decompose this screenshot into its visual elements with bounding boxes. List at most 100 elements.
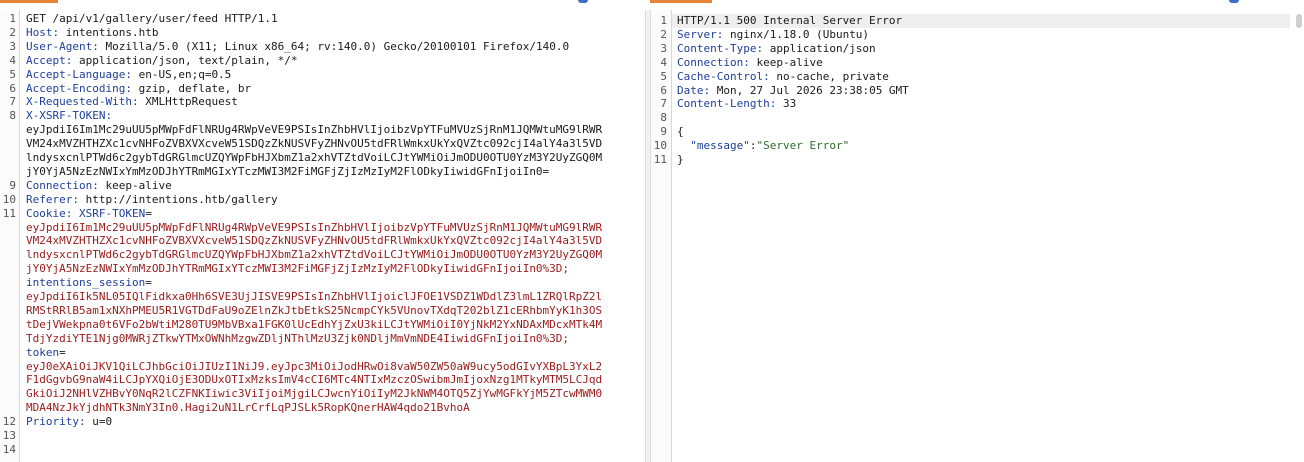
line-number: 5 bbox=[660, 69, 667, 83]
code-line[interactable]: HTTP/1.1 500 Internal Server Error bbox=[677, 14, 902, 28]
code-line[interactable]: Connection: keep-alive bbox=[677, 56, 823, 70]
line-number bbox=[0, 387, 16, 401]
code-line[interactable]: token= bbox=[26, 346, 66, 360]
code-line[interactable]: Accept: application/json, text/plain, */… bbox=[26, 54, 298, 68]
code-line[interactable]: VM24xMVZHTHZXc1cvNHFoZVBXVXcveW51SDQzZkN… bbox=[26, 234, 602, 248]
code-line[interactable]: } bbox=[677, 153, 684, 167]
code-line[interactable]: Content-Type: application/json bbox=[677, 42, 876, 56]
header-value: = bbox=[59, 345, 66, 359]
header-name: Date: bbox=[677, 83, 711, 97]
line-number: 9 bbox=[660, 125, 667, 139]
code-line[interactable]: VM24xMVZHTHZXc1cvNHFoZVBXVXcveW51SDQzZkN… bbox=[26, 137, 602, 151]
code-line[interactable]: Host: intentions.htb bbox=[26, 26, 158, 40]
code-line[interactable]: Date: Mon, 27 Jul 2026 23:38:05 GMT bbox=[677, 84, 909, 98]
code-line[interactable]: eyJpdiI6Ik5NL05IQlFidkxa0Hh6SVE3UjJISVE9… bbox=[26, 290, 602, 304]
line-number: 10 bbox=[2, 192, 16, 206]
cookie-value: lndysxcnlPTWd6c2gybTdGRGlmcUZQYWpFbHJXbm… bbox=[26, 248, 603, 262]
code-line[interactable]: MDA4NzJkYjdhNTk3NmY3In0.Hagi2uN1LrCrfLqP… bbox=[26, 401, 470, 415]
code-line[interactable]: eyJpdiI6Im1Mc29uUU5pMWpFdFlNRUg4RWpVeVE9… bbox=[26, 221, 602, 235]
code-line[interactable]: eyJpdiI6Im1Mc29uUU5pMWpFdFlNRUg4RWpVeVE9… bbox=[26, 123, 602, 137]
header-value: = bbox=[145, 276, 152, 290]
header-name: Server: bbox=[677, 27, 724, 41]
line-number: 8 bbox=[660, 111, 667, 125]
cookie-value: VM24xMVZHTHZXc1cvNHFoZVBXVXcveW51SDQzZkN… bbox=[26, 234, 603, 248]
line-number bbox=[0, 276, 16, 290]
header-value: } bbox=[677, 153, 684, 166]
line-number bbox=[0, 123, 16, 137]
line-number bbox=[0, 332, 16, 346]
line-number: 4 bbox=[9, 53, 16, 67]
request-pane-marker bbox=[578, 0, 588, 3]
line-number: 11 bbox=[653, 153, 667, 166]
code-line[interactable]: tDejVWekpna0t6VFo2bWtiM280TU9MbVBxa1FGK0… bbox=[26, 318, 602, 332]
header-value: http://intentions.htb/gallery bbox=[78, 192, 278, 206]
header-name: "message" bbox=[690, 139, 750, 153]
line-number: 12 bbox=[2, 415, 16, 429]
cookie-value: RMStRRlB5am1xNXhPMEU5R1VGTDdFaU9oZElnZkJ… bbox=[26, 303, 603, 317]
response-scroll-indicator[interactable] bbox=[1296, 14, 1302, 28]
header-value: jY0YjA5NzEzNWIxYmMzODJhYTRmMGIxYTczMWI3M… bbox=[26, 164, 550, 178]
response-tab-indicator[interactable] bbox=[650, 0, 712, 3]
code-line[interactable]: jY0YjA5NzEzNWIxYmMzODJhYTRmMGIxYTczMWI3M… bbox=[26, 262, 569, 276]
response-editor[interactable]: 1 HTTP/1.1 500 Internal Server Error 2 Serv… bbox=[651, 10, 1304, 462]
header-name: Accept-Language: bbox=[26, 67, 132, 81]
header-name: Accept: bbox=[26, 53, 73, 67]
line-number: 8 bbox=[9, 109, 16, 123]
cookie-value: MDA4NzJkYjdhNTk3NmY3In0.Hagi2uN1LrCrfLqP… bbox=[26, 401, 470, 415]
header-name: XSRF-TOKEN bbox=[78, 206, 146, 220]
line-number bbox=[0, 360, 16, 374]
code-line[interactable]: eyJ0eXAiOiJKV1QiLCJhbGciOiJIUzI1NiJ9.eyJ… bbox=[26, 360, 602, 374]
code-line[interactable]: X-Requested-With: XMLHttpRequest bbox=[26, 95, 238, 109]
header-value bbox=[72, 207, 79, 220]
code-line[interactable]: intentions_session= bbox=[26, 276, 152, 290]
header-name: Cache-Control: bbox=[677, 69, 770, 83]
code-line[interactable]: User-Agent: Mozilla/5.0 (X11; Linux x86_… bbox=[26, 40, 569, 54]
line-number bbox=[0, 151, 16, 165]
line-number bbox=[0, 401, 16, 415]
line-number: 10 bbox=[653, 139, 667, 153]
request-tab-indicator[interactable] bbox=[0, 0, 58, 3]
code-line[interactable]: Server: nginx/1.18.0 (Ubuntu) bbox=[677, 28, 869, 42]
code-line[interactable]: { bbox=[677, 125, 684, 139]
line-number: 1 bbox=[660, 14, 667, 27]
code-line[interactable]: F1dGgvbG9naW4iLCJpYXQiOjE3ODUxOTIxMzksIm… bbox=[26, 373, 602, 387]
code-line[interactable]: Accept-Language: en-US,en;q=0.5 bbox=[26, 68, 231, 82]
line-number bbox=[0, 346, 16, 360]
line-number: 2 bbox=[9, 25, 16, 39]
code-line[interactable]: Cache-Control: no-cache, private bbox=[677, 70, 889, 84]
code-line[interactable]: GkiOiJ2NHlVZHBvY0NqR2lCZFNKIiwic3ViIjoiM… bbox=[26, 387, 602, 401]
json-string: "Server Error" bbox=[756, 139, 850, 153]
header-value bbox=[677, 139, 690, 152]
line-number: 9 bbox=[9, 178, 16, 192]
code-line[interactable]: Content-Length: 33 bbox=[677, 97, 796, 111]
line-number: 4 bbox=[660, 55, 667, 69]
code-line[interactable]: Accept-Encoding: gzip, deflate, br bbox=[26, 82, 251, 96]
line-number: 13 bbox=[2, 429, 16, 442]
line-number bbox=[0, 318, 16, 332]
code-line[interactable]: jY0YjA5NzEzNWIxYmMzODJhYTRmMGIxYTczMWI3M… bbox=[26, 165, 549, 179]
header-name: Connection: bbox=[26, 178, 99, 192]
line-number: 2 bbox=[660, 27, 667, 41]
code-line[interactable]: lndysxcnlPTWd6c2gybTdGRGlmcUZQYWpFbHJXbm… bbox=[26, 248, 602, 262]
code-line[interactable]: Priority: u=0 bbox=[26, 415, 112, 429]
code-line[interactable]: "message":"Server Error" bbox=[677, 139, 849, 153]
top-bar bbox=[0, 0, 1304, 4]
code-line[interactable]: TdjYzdiYTE1Njg0MWRjZTkwYTMxOWNhMzgwZDljN… bbox=[26, 332, 569, 346]
cookie-value: tDejVWekpna0t6VFo2bWtiM280TU9MbVBxa1FGK0… bbox=[26, 317, 603, 331]
code-line[interactable]: lndysxcnlPTWd6c2gybTdGRGlmcUZQYWpFbHJXbm… bbox=[26, 151, 602, 165]
header-name: Referer: bbox=[26, 192, 79, 206]
cookie-value: jY0YjA5NzEzNWIxYmMzODJhYTRmMGIxYTczMWI3M… bbox=[26, 262, 570, 276]
code-line[interactable]: Cookie: XSRF-TOKEN= bbox=[26, 207, 152, 221]
code-line[interactable]: Referer: http://intentions.htb/gallery bbox=[26, 193, 278, 207]
request-editor[interactable]: 1 GET /api/v1/gallery/user/feed HTTP/1.1 2… bbox=[0, 10, 646, 462]
line-number: 3 bbox=[9, 39, 16, 53]
code-line[interactable]: X-XSRF-TOKEN: bbox=[26, 109, 112, 123]
header-value: HTTP/1.1 500 Internal Server Error bbox=[677, 14, 903, 27]
line-number bbox=[0, 304, 16, 318]
code-line[interactable]: RMStRRlB5am1xNXhPMEU5R1VGTDdFaU9oZElnZkJ… bbox=[26, 304, 602, 318]
line-number: 11 bbox=[2, 206, 16, 220]
line-number bbox=[0, 290, 16, 304]
code-line[interactable]: Connection: keep-alive bbox=[26, 179, 172, 193]
line-number: 14 bbox=[2, 442, 16, 456]
code-line[interactable]: GET /api/v1/gallery/user/feed HTTP/1.1 bbox=[26, 12, 278, 26]
